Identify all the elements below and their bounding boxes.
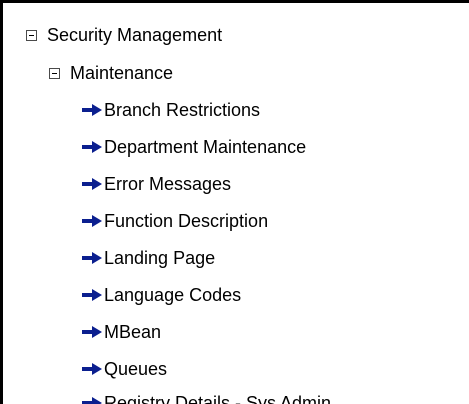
- arrow-right-icon: [81, 251, 103, 265]
- arrow-right-icon: [81, 140, 103, 154]
- tree-item-label[interactable]: Department Maintenance: [104, 136, 306, 158]
- arrow-right-icon: [81, 177, 103, 191]
- arrow-right-icon: [81, 325, 103, 339]
- tree-item-queues[interactable]: Queues: [81, 358, 167, 380]
- tree-item-error-messages[interactable]: Error Messages: [81, 173, 231, 195]
- tree-item-branch-restrictions[interactable]: Branch Restrictions: [81, 99, 260, 121]
- tree-item-mbean[interactable]: MBean: [81, 321, 161, 343]
- tree-item-landing-page[interactable]: Landing Page: [81, 247, 215, 269]
- tree-item-label[interactable]: Function Description: [104, 210, 268, 232]
- navigation-tree-panel: Security Management Maintenance Branch R…: [0, 0, 469, 404]
- tree-node-security-management[interactable]: Security Management: [26, 24, 222, 46]
- collapse-icon[interactable]: [26, 29, 37, 41]
- tree-item-label[interactable]: Landing Page: [104, 247, 215, 269]
- arrow-right-icon: [81, 288, 103, 302]
- arrow-right-icon: [81, 362, 103, 376]
- arrow-right-icon: [81, 214, 103, 228]
- tree-item-label[interactable]: Branch Restrictions: [104, 99, 260, 121]
- tree-node-label[interactable]: Security Management: [47, 24, 222, 46]
- tree-item-department-maintenance[interactable]: Department Maintenance: [81, 136, 306, 158]
- tree-item-label[interactable]: Registry Details - Sys Admin: [104, 392, 331, 404]
- tree-node-maintenance[interactable]: Maintenance: [49, 62, 173, 84]
- arrow-right-icon: [81, 103, 103, 117]
- tree-item-label[interactable]: Queues: [104, 358, 167, 380]
- collapse-icon[interactable]: [49, 67, 60, 79]
- tree-item-label[interactable]: Error Messages: [104, 173, 231, 195]
- tree-node-label[interactable]: Maintenance: [70, 62, 173, 84]
- tree-item-language-codes[interactable]: Language Codes: [81, 284, 241, 306]
- tree-item-label[interactable]: MBean: [104, 321, 161, 343]
- tree-item-label[interactable]: Language Codes: [104, 284, 241, 306]
- tree-item-registry-details-sys-admin[interactable]: Registry Details - Sys Admin: [81, 392, 331, 404]
- tree-item-function-description[interactable]: Function Description: [81, 210, 268, 232]
- arrow-right-icon: [81, 396, 103, 404]
